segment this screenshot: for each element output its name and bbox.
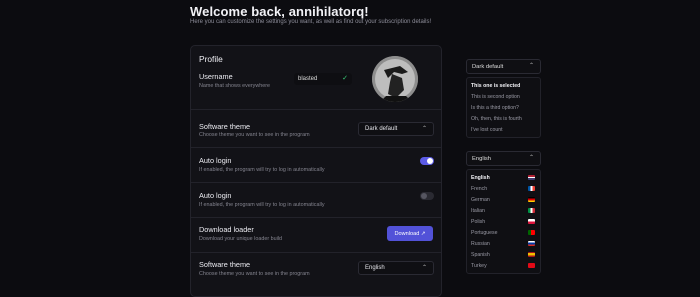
theme-title: Software theme — [199, 122, 251, 131]
chevron-up-icon: ⌃ — [528, 63, 534, 69]
list-item[interactable]: German — [467, 194, 540, 205]
toggle-knob — [421, 193, 427, 199]
option-label: German — [471, 196, 490, 203]
list-item[interactable]: I've lost count — [467, 124, 540, 135]
divider — [191, 147, 441, 148]
side-language-select[interactable]: English ⌃ — [466, 151, 541, 166]
option-label: Portuguese — [471, 229, 498, 236]
check-icon: ✓ — [342, 75, 348, 82]
list-item[interactable]: Turkey — [467, 260, 540, 271]
profile-heading: Profile — [199, 54, 223, 64]
poland-flag-icon — [528, 219, 535, 224]
divider — [191, 217, 441, 218]
username-desc: Name that shows everywhere — [199, 83, 271, 89]
side-language-options: English French German Italian Polish Por… — [466, 169, 541, 274]
theme-select[interactable]: Dark default ⌃ — [358, 122, 434, 136]
theme-title-2: Software theme — [199, 260, 251, 269]
italy-flag-icon — [528, 208, 535, 213]
list-item[interactable]: Oh, then, this is fourth — [467, 113, 540, 124]
list-item[interactable]: English — [467, 172, 540, 183]
list-item[interactable]: Portuguese — [467, 227, 540, 238]
language-select[interactable]: English ⌃ — [358, 261, 434, 275]
option-label: Italian — [471, 207, 485, 214]
divider — [191, 109, 441, 110]
germany-flag-icon — [528, 197, 535, 202]
us-flag-icon — [528, 175, 535, 180]
avatar-image — [372, 56, 418, 102]
list-item[interactable]: French — [467, 183, 540, 194]
divider — [191, 252, 441, 253]
turkey-flag-icon — [528, 263, 535, 268]
autologin-toggle-off[interactable] — [420, 192, 434, 200]
side-theme-select[interactable]: Dark default ⌃ — [466, 59, 541, 74]
option-label: Spanish — [471, 251, 490, 258]
france-flag-icon — [528, 186, 535, 191]
option-label: English — [471, 174, 490, 181]
spain-flag-icon — [528, 252, 535, 257]
username-input[interactable]: blasted ✓ — [294, 73, 352, 85]
option-label: French — [471, 185, 488, 192]
option-label: Turkey — [471, 262, 487, 269]
autologin-desc-2: If enabled, the program will try to log … — [199, 202, 325, 208]
side-language-value: English — [472, 155, 492, 162]
theme-desc-2: Choose theme you want to see in the prog… — [199, 271, 310, 277]
autologin-title: Auto login — [199, 156, 232, 165]
autologin-toggle-on[interactable] — [420, 157, 434, 165]
divider — [191, 182, 441, 183]
list-item[interactable]: This one is selected — [467, 80, 540, 91]
theme-desc: Choose theme you want to see in the prog… — [199, 132, 310, 138]
option-label: Polish — [471, 218, 486, 225]
option-label: Russian — [471, 240, 490, 247]
chevron-up-icon: ⌃ — [421, 265, 427, 271]
list-item[interactable]: Russian — [467, 238, 540, 249]
download-title: Download loader — [199, 225, 254, 234]
username-title: Username — [199, 72, 233, 81]
chevron-up-icon: ⌃ — [528, 155, 534, 161]
list-item[interactable]: Is this a third option? — [467, 102, 540, 113]
list-item[interactable]: Spanish — [467, 249, 540, 260]
page-title: Welcome back, annihilatorq! — [190, 4, 369, 19]
side-theme-options: This one is selected This is second opti… — [466, 77, 541, 138]
autologin-desc: If enabled, the program will try to log … — [199, 167, 325, 173]
username-value: blasted — [298, 76, 318, 82]
avatar[interactable] — [372, 56, 418, 102]
download-desc: Download your unique loader build — [199, 236, 283, 242]
list-item[interactable]: Italian — [467, 205, 540, 216]
list-item[interactable]: Polish — [467, 216, 540, 227]
portugal-flag-icon — [528, 230, 535, 235]
russia-flag-icon — [528, 241, 535, 246]
theme-select-value: Dark default — [365, 126, 398, 132]
page-subtitle: Here you can customize the settings you … — [190, 19, 432, 25]
list-item[interactable]: This is second option — [467, 91, 540, 102]
autologin-title-2: Auto login — [199, 191, 232, 200]
side-theme-value: Dark default — [472, 63, 504, 70]
language-select-value: English — [365, 265, 385, 271]
toggle-knob — [427, 158, 433, 164]
download-button[interactable]: Download ↗ — [387, 226, 433, 241]
settings-panel: Profile Username Name that shows everywh… — [190, 45, 442, 297]
chevron-up-icon: ⌃ — [421, 126, 427, 132]
